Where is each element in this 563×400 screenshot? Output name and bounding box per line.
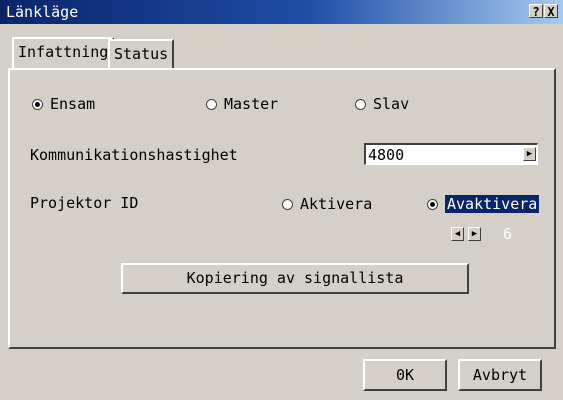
radio-avaktivera-indicator[interactable] [427, 198, 438, 210]
projector-id-label: Projektor ID [30, 194, 139, 212]
help-button[interactable]: ? [529, 4, 543, 19]
radio-master-indicator[interactable] [206, 98, 217, 110]
radio-master[interactable]: Master [206, 95, 278, 113]
comm-speed-value: 4800 [368, 146, 405, 164]
radio-aktivera-indicator[interactable] [282, 198, 293, 210]
id-increase-icon[interactable]: ▶ [468, 227, 481, 241]
window-title: Länkläge [6, 3, 79, 21]
radio-ensam-label: Ensam [50, 95, 96, 113]
dropdown-arrow-icon[interactable]: ▶ [523, 147, 536, 161]
radio-avaktivera[interactable]: Avaktivera [427, 195, 540, 213]
ok-button[interactable]: 0K [363, 359, 447, 391]
projector-id-value: 6 [503, 225, 513, 243]
comm-speed-select[interactable]: 4800 ▶ [364, 143, 538, 165]
id-decrease-icon[interactable]: ◀ [451, 227, 464, 241]
radio-slav[interactable]: Slav [355, 95, 409, 113]
radio-slav-label: Slav [373, 95, 410, 113]
copy-signal-list-button[interactable]: Kopiering av signallista [121, 263, 469, 294]
radio-ensam-indicator[interactable] [32, 98, 43, 110]
comm-speed-label: Kommunikationshastighet [30, 146, 238, 164]
radio-aktivera[interactable]: Aktivera [282, 195, 372, 213]
radio-slav-indicator[interactable] [355, 98, 366, 110]
radio-master-label: Master [224, 95, 279, 113]
cancel-button[interactable]: Avbryt [458, 359, 542, 391]
tab-infattning[interactable]: Infattning [12, 37, 115, 69]
title-bar: Länkläge ? X [0, 0, 563, 24]
close-button[interactable]: X [544, 4, 558, 19]
radio-ensam[interactable]: Ensam [32, 95, 95, 113]
radio-avaktivera-label: Avaktivera [445, 195, 540, 213]
radio-aktivera-label: Aktivera [300, 195, 373, 213]
tab-status[interactable]: Status [108, 39, 175, 69]
